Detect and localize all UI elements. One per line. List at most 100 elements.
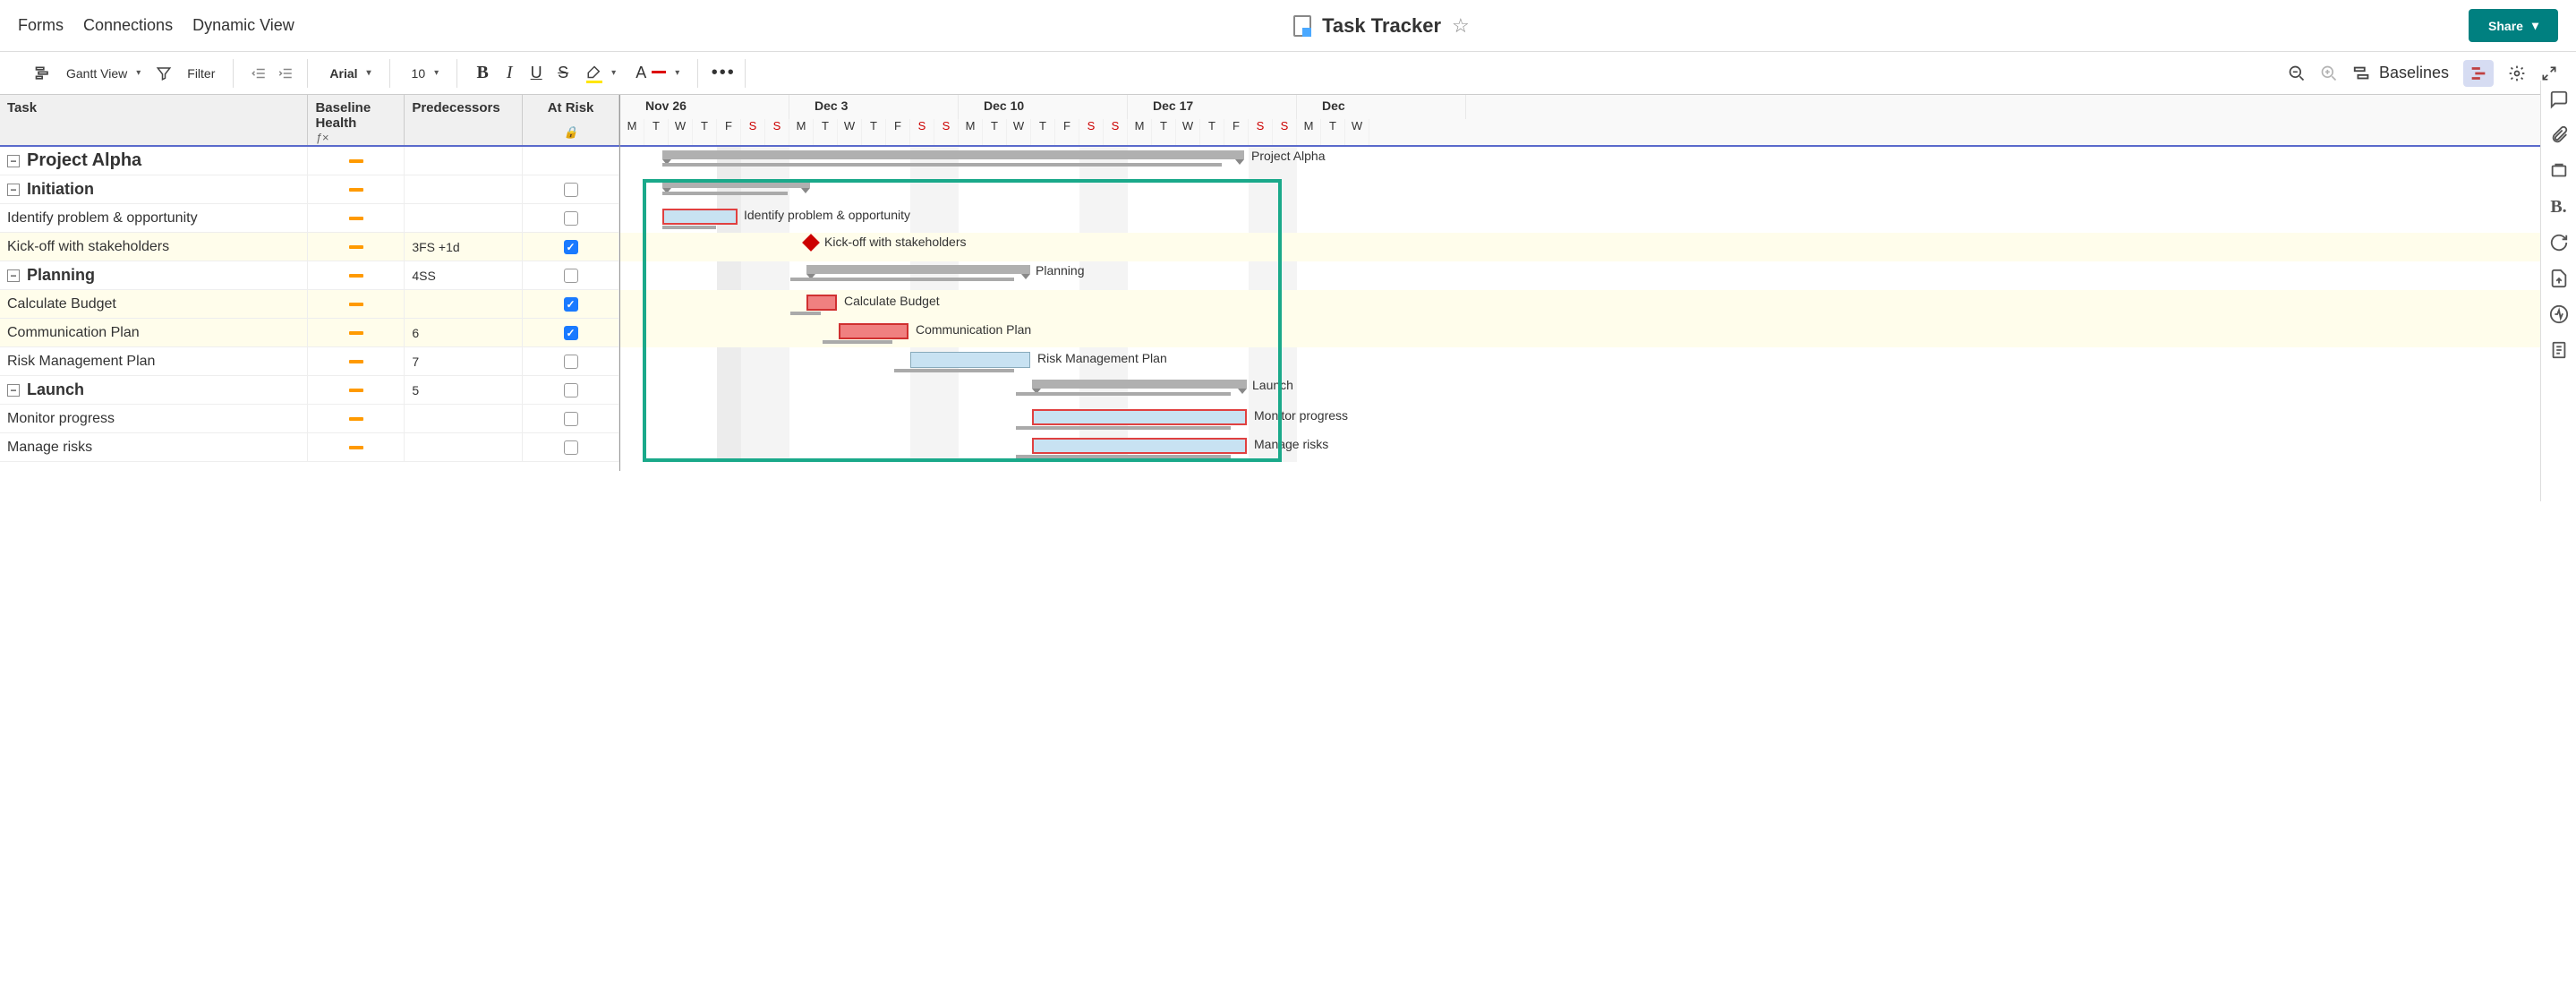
predecessors-cell[interactable]: 6	[405, 319, 523, 346]
activity-icon[interactable]	[2549, 304, 2569, 324]
at-risk-cell[interactable]	[523, 376, 619, 404]
baseline-health-cell[interactable]	[308, 290, 405, 318]
task-name-cell[interactable]: Manage risks	[0, 433, 308, 461]
nav-dynamic-view[interactable]: Dynamic View	[192, 16, 294, 35]
col-header-predecessors[interactable]: Predecessors	[405, 95, 523, 145]
predecessors-cell[interactable]	[405, 204, 523, 232]
strikethrough-icon[interactable]: S	[554, 64, 572, 82]
at-risk-checkbox[interactable]	[564, 269, 578, 283]
table-row[interactable]: Identify problem & opportunity	[0, 204, 619, 233]
bar-comm-plan[interactable]	[839, 323, 908, 339]
baseline-health-cell[interactable]	[308, 376, 405, 404]
baseline-health-cell[interactable]	[308, 204, 405, 232]
col-header-baseline-health[interactable]: Baseline Healthƒ×	[308, 95, 405, 145]
collapse-toggle[interactable]: −	[7, 269, 20, 282]
nav-connections[interactable]: Connections	[83, 16, 173, 35]
predecessors-cell[interactable]	[405, 290, 523, 318]
at-risk-checkbox[interactable]	[564, 326, 578, 340]
refresh-icon[interactable]	[2549, 233, 2569, 252]
table-row[interactable]: −Project Alpha	[0, 147, 619, 175]
critical-path-button[interactable]	[2463, 60, 2494, 87]
bar-manage-risks[interactable]	[1032, 438, 1247, 454]
bar-identify[interactable]	[662, 209, 738, 225]
at-risk-checkbox[interactable]	[564, 183, 578, 197]
zoom-in-icon[interactable]	[2320, 64, 2338, 82]
outdent-icon[interactable]	[250, 64, 268, 82]
baseline-health-cell[interactable]	[308, 175, 405, 203]
at-risk-checkbox[interactable]	[564, 211, 578, 226]
at-risk-cell[interactable]	[523, 433, 619, 461]
task-name-cell[interactable]: −Project Alpha	[0, 147, 308, 175]
summary-icon[interactable]	[2549, 340, 2569, 360]
filter-button[interactable]: Filter	[182, 63, 220, 84]
gantt-chart[interactable]: Nov 26Dec 3Dec 10Dec 17Dec MTWTFSSMTWTFS…	[620, 95, 2576, 471]
at-risk-cell[interactable]	[523, 347, 619, 375]
proof-icon[interactable]	[2549, 161, 2569, 181]
predecessors-cell[interactable]: 7	[405, 347, 523, 375]
collapse-toggle[interactable]: −	[7, 384, 20, 397]
at-risk-cell[interactable]	[523, 233, 619, 261]
at-risk-cell[interactable]	[523, 261, 619, 289]
bar-project-alpha[interactable]	[662, 150, 1244, 159]
task-name-cell[interactable]: Calculate Budget	[0, 290, 308, 318]
baseline-health-cell[interactable]	[308, 261, 405, 289]
zoom-out-icon[interactable]	[2288, 64, 2306, 82]
collapse-toggle[interactable]: −	[7, 155, 20, 167]
predecessors-cell[interactable]	[405, 175, 523, 203]
share-button[interactable]: Share ▾	[2469, 9, 2558, 42]
publish-icon[interactable]	[2549, 269, 2569, 288]
settings-gear-icon[interactable]	[2508, 64, 2526, 82]
col-header-task[interactable]: Task	[0, 95, 308, 145]
font-size-select[interactable]: 10	[406, 63, 445, 84]
bar-calc-budget[interactable]	[806, 295, 837, 311]
baseline-health-cell[interactable]	[308, 433, 405, 461]
at-risk-cell[interactable]	[523, 319, 619, 346]
gantt-view-icon[interactable]	[34, 64, 52, 82]
at-risk-cell[interactable]	[523, 147, 619, 175]
bold-icon[interactable]: B	[473, 64, 491, 82]
bar-launch[interactable]	[1032, 380, 1247, 389]
baseline-health-cell[interactable]	[308, 233, 405, 261]
table-row[interactable]: Manage risks	[0, 433, 619, 462]
at-risk-checkbox[interactable]	[564, 412, 578, 426]
at-risk-checkbox[interactable]	[564, 297, 578, 312]
predecessors-cell[interactable]	[405, 405, 523, 432]
bar-monitor[interactable]	[1032, 409, 1247, 425]
font-family-select[interactable]: Arial	[324, 63, 376, 84]
at-risk-cell[interactable]	[523, 204, 619, 232]
baselines-button[interactable]: Baselines	[2352, 64, 2449, 83]
table-row[interactable]: Kick-off with stakeholders 3FS +1d	[0, 233, 619, 261]
bar-planning[interactable]	[806, 265, 1030, 274]
more-icon[interactable]: •••	[714, 64, 732, 82]
indent-icon[interactable]	[277, 64, 294, 82]
task-name-cell[interactable]: −Launch	[0, 376, 308, 404]
task-name-cell[interactable]: Risk Management Plan	[0, 347, 308, 375]
at-risk-cell[interactable]	[523, 290, 619, 318]
text-color-icon[interactable]: A	[630, 60, 685, 86]
view-select[interactable]: Gantt View	[61, 63, 146, 84]
table-row[interactable]: Communication Plan 6	[0, 319, 619, 347]
bar-risk-mgmt[interactable]	[910, 352, 1030, 368]
collapse-toggle[interactable]: −	[7, 184, 20, 196]
baseline-health-cell[interactable]	[308, 319, 405, 346]
table-row[interactable]: Risk Management Plan 7	[0, 347, 619, 376]
predecessors-cell[interactable]: 4SS	[405, 261, 523, 289]
task-name-cell[interactable]: Communication Plan	[0, 319, 308, 346]
table-row[interactable]: −Planning4SS	[0, 261, 619, 290]
italic-icon[interactable]: I	[500, 64, 518, 82]
table-row[interactable]: −Launch 5	[0, 376, 619, 405]
attachments-icon[interactable]	[2549, 125, 2569, 145]
task-name-cell[interactable]: Kick-off with stakeholders	[0, 233, 308, 261]
task-name-cell[interactable]: Monitor progress	[0, 405, 308, 432]
bar-initiation[interactable]	[662, 179, 810, 188]
table-row[interactable]: Monitor progress	[0, 405, 619, 433]
at-risk-checkbox[interactable]	[564, 355, 578, 369]
predecessors-cell[interactable]: 3FS +1d	[405, 233, 523, 261]
predecessors-cell[interactable]: 5	[405, 376, 523, 404]
col-header-at-risk[interactable]: At Risk🔒	[523, 95, 619, 145]
highlight-color-icon[interactable]	[581, 62, 621, 85]
table-row[interactable]: Calculate Budget	[0, 290, 619, 319]
comments-icon[interactable]	[2549, 90, 2569, 109]
brand-icon[interactable]: B.	[2549, 197, 2569, 217]
at-risk-cell[interactable]	[523, 175, 619, 203]
